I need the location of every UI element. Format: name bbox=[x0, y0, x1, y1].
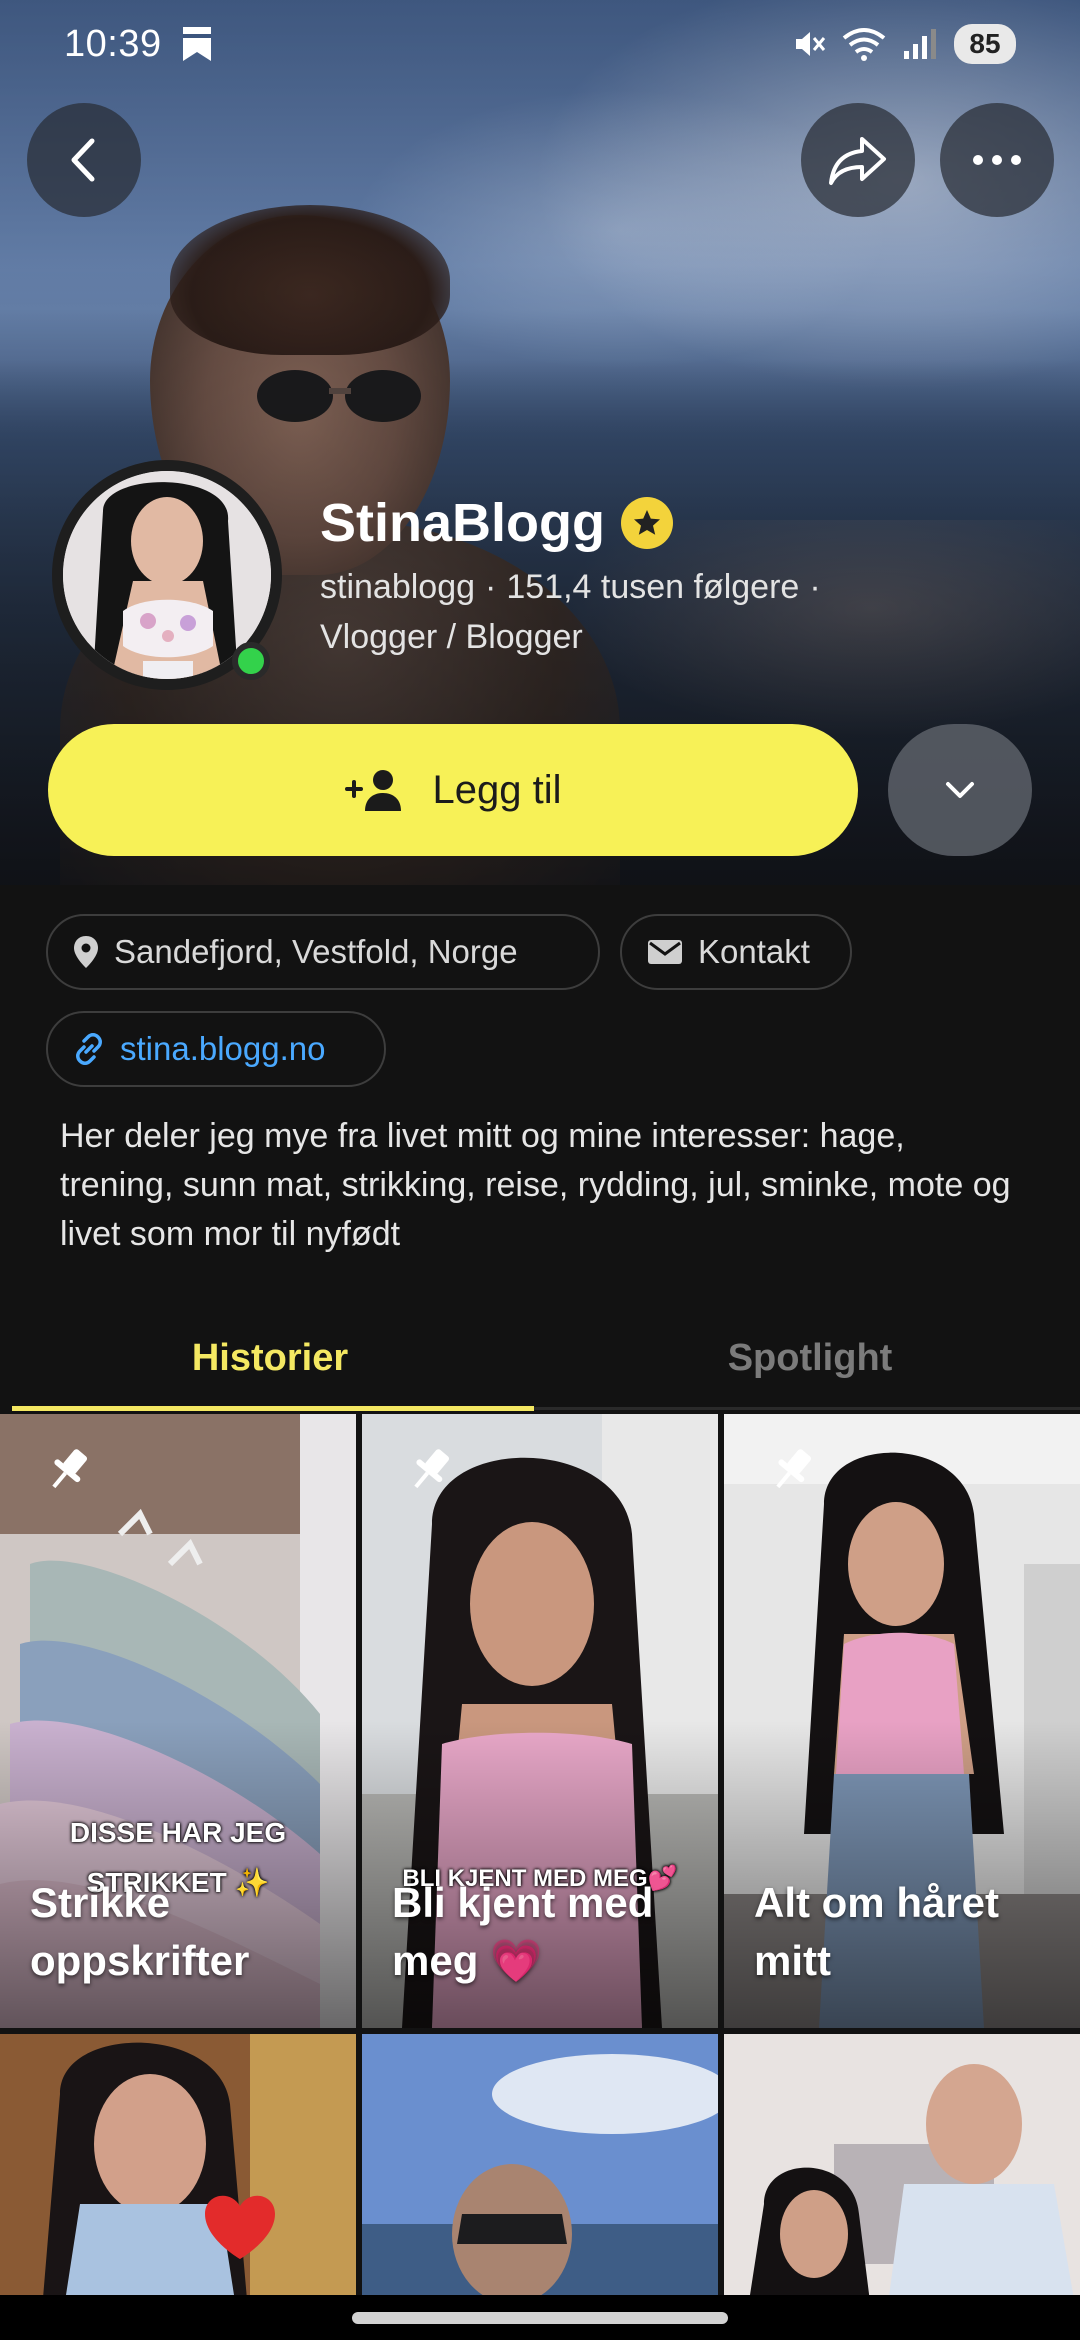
tab-spotlight[interactable]: Spotlight bbox=[540, 1310, 1080, 1406]
bookmark-icon bbox=[182, 27, 211, 61]
contact-text: Kontakt bbox=[698, 933, 810, 970]
highlight-tile[interactable] bbox=[0, 2034, 356, 2334]
status-time: 10:39 bbox=[64, 22, 162, 65]
profile-tabs: Historier Spotlight bbox=[0, 1310, 1080, 1411]
more-options-button[interactable] bbox=[940, 103, 1054, 217]
share-arrow-icon bbox=[829, 137, 886, 185]
highlight-tile[interactable]: BLI KJENT MED MEG💕 Bli kjent med meg 💗 bbox=[362, 1414, 718, 2028]
chevron-left-icon bbox=[71, 138, 95, 182]
tab-divider bbox=[534, 1407, 1080, 1410]
highlight-thumbnail-heart bbox=[0, 2034, 356, 2334]
mail-icon bbox=[648, 940, 682, 964]
battery-indicator: 85 bbox=[954, 24, 1016, 64]
pin-icon bbox=[52, 1449, 88, 1489]
location-pin-icon bbox=[74, 936, 98, 968]
more-horizontal-icon bbox=[973, 155, 1021, 165]
meta-separator: · bbox=[809, 568, 821, 606]
highlight-title: Alt om håret mitt bbox=[754, 1879, 1000, 1984]
profile-category: Vlogger / Blogger bbox=[320, 618, 583, 656]
profile-meta-line1: stinablogg · 151,4 tusen følgere · bbox=[320, 562, 831, 612]
website-text: stina.blogg.no bbox=[120, 1030, 326, 1067]
add-friend-button[interactable]: Legg til bbox=[48, 724, 858, 856]
chevron-down-icon bbox=[946, 782, 974, 798]
pin-icon bbox=[414, 1449, 450, 1489]
username: stinablogg bbox=[320, 568, 476, 606]
highlight-thumbnail-sea bbox=[362, 2034, 718, 2334]
star-badge-icon[interactable] bbox=[620, 497, 673, 549]
highlight-title: Bli kjent med meg 💗 bbox=[392, 1879, 654, 1984]
back-button[interactable] bbox=[27, 103, 141, 217]
link-icon bbox=[76, 1033, 102, 1065]
highlight-tile[interactable] bbox=[724, 2034, 1080, 2334]
pin-icon bbox=[776, 1449, 812, 1489]
status-left: 10:39 bbox=[64, 23, 214, 66]
add-friend-label: Legg til bbox=[432, 767, 562, 812]
highlights-grid: DISSE HAR JEG STRIKKET ✨ Strikke oppskri… bbox=[0, 1414, 1080, 2334]
star-icon bbox=[633, 510, 660, 535]
profile-meta: stinablogg · 151,4 tusen følgere · Vlogger … bbox=[320, 562, 831, 662]
status-right: 85 bbox=[792, 24, 1016, 64]
profile-name-row: StinaBlogg bbox=[320, 492, 673, 554]
highlight-title: Strikke oppskrifter bbox=[30, 1879, 250, 1984]
contact-chip[interactable]: Kontakt bbox=[620, 914, 852, 990]
location-text: Sandefjord, Vestfold, Norge bbox=[114, 933, 518, 970]
profile-screen: 10:39 85 StinaBlogg stinablogg · 151,4 t… bbox=[0, 0, 1080, 2340]
signal-icon bbox=[904, 29, 936, 59]
display-name: StinaBlogg bbox=[320, 493, 605, 553]
highlight-thumbnail-couple bbox=[724, 2034, 1080, 2334]
tab-historier[interactable]: Historier bbox=[0, 1310, 540, 1406]
profile-bio: Her deler jeg mye fra livet mitt og mine… bbox=[60, 1117, 1011, 1253]
website-chip[interactable]: stina.blogg.no bbox=[46, 1011, 386, 1087]
status-bar: 10:39 85 bbox=[0, 0, 1080, 88]
online-status-dot bbox=[232, 642, 270, 680]
wifi-icon bbox=[842, 28, 886, 61]
follower-count[interactable]: 151,4 tusen følgere bbox=[506, 568, 799, 606]
mute-icon bbox=[796, 32, 826, 56]
meta-separator: · bbox=[485, 568, 497, 606]
expand-actions-button[interactable] bbox=[888, 724, 1032, 856]
active-tab-indicator bbox=[12, 1406, 534, 1411]
share-button[interactable] bbox=[801, 103, 915, 217]
highlight-tile[interactable] bbox=[362, 2034, 718, 2334]
add-friend-icon bbox=[344, 770, 401, 811]
location-chip[interactable]: Sandefjord, Vestfold, Norge bbox=[46, 914, 600, 990]
home-indicator[interactable] bbox=[352, 2312, 728, 2324]
profile-avatar[interactable] bbox=[52, 460, 282, 690]
highlight-tile[interactable]: Alt om håret mitt bbox=[724, 1414, 1080, 2028]
highlight-tile[interactable]: DISSE HAR JEG STRIKKET ✨ Strikke oppskri… bbox=[0, 1414, 356, 2028]
